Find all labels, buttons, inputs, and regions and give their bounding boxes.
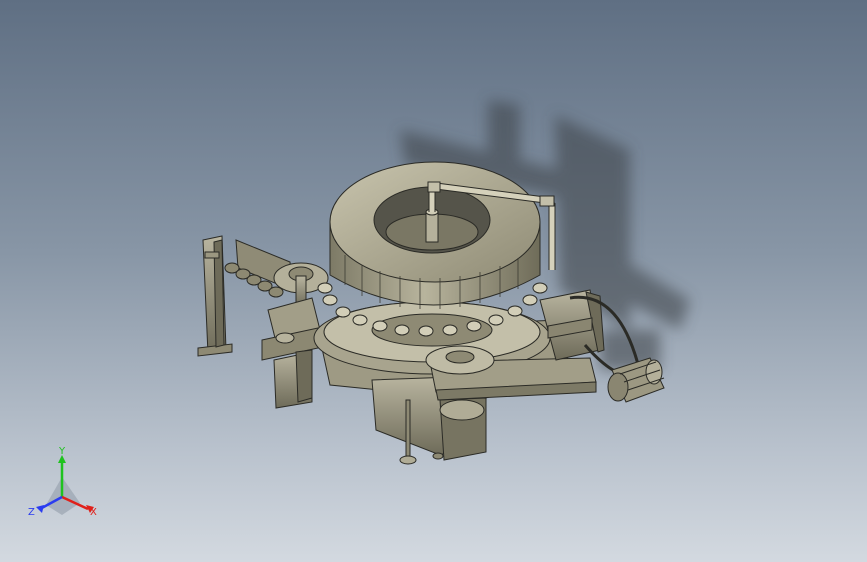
- feed-column: [197, 235, 233, 357]
- y-axis-label: Y: [58, 446, 66, 457]
- z-axis-label: Z: [28, 507, 35, 518]
- x-axis-label: X: [90, 507, 97, 518]
- z-axis-arrow-icon: [36, 505, 44, 513]
- cad-graphics-viewport[interactable]: Y X Z: [0, 0, 867, 562]
- left-support: [261, 297, 321, 409]
- machine-assembly-model[interactable]: [0, 0, 867, 562]
- orientation-triad[interactable]: Y X Z: [22, 445, 112, 525]
